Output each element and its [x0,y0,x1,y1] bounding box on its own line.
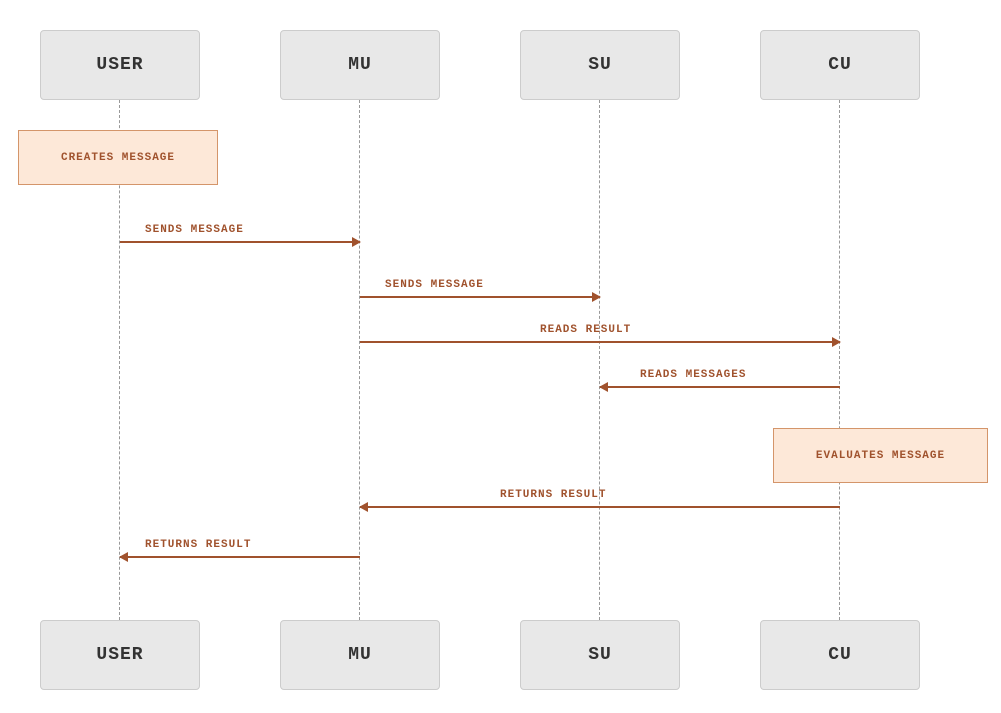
msg3-label: READS RESULT [540,324,631,336]
evaluates-message-label: EVALUATES MESSAGE [816,450,945,462]
actor-user-top-label: USER [96,55,143,75]
actor-mu-top-label: MU [348,55,372,75]
msg6-line [120,556,360,558]
actor-user-bottom: USER [40,620,200,690]
actor-su-bottom: SU [520,620,680,690]
actor-cu-bottom: CU [760,620,920,690]
actor-user-bottom-label: USER [96,645,143,665]
msg1-label: SENDS MESSAGE [145,224,244,236]
msg4-line [600,386,840,388]
creates-message-box: CREATES MESSAGE [18,130,218,185]
actor-user-top: USER [40,30,200,100]
msg2-line [360,296,600,298]
actor-mu-bottom: MU [280,620,440,690]
msg3-line [360,341,840,343]
msg2-label: SENDS MESSAGE [385,279,484,291]
creates-message-label: CREATES MESSAGE [61,152,175,164]
sequence-diagram: USER MU SU CU USER MU SU CU CREATES MESS… [0,0,1001,713]
actor-su-top: SU [520,30,680,100]
lifeline-cu [839,100,840,620]
actor-mu-top: MU [280,30,440,100]
actor-cu-top: CU [760,30,920,100]
msg4-label: READS MESSAGES [640,369,746,381]
actor-cu-top-label: CU [828,55,852,75]
actor-cu-bottom-label: CU [828,645,852,665]
actor-mu-bottom-label: MU [348,645,372,665]
msg5-label: RETURNS RESULT [500,489,606,501]
evaluates-message-box: EVALUATES MESSAGE [773,428,988,483]
actor-su-bottom-label: SU [588,645,612,665]
actor-su-top-label: SU [588,55,612,75]
lifeline-su [599,100,600,620]
lifeline-mu [359,100,360,620]
msg5-line [360,506,840,508]
msg1-line [120,241,360,243]
msg6-label: RETURNS RESULT [145,539,251,551]
